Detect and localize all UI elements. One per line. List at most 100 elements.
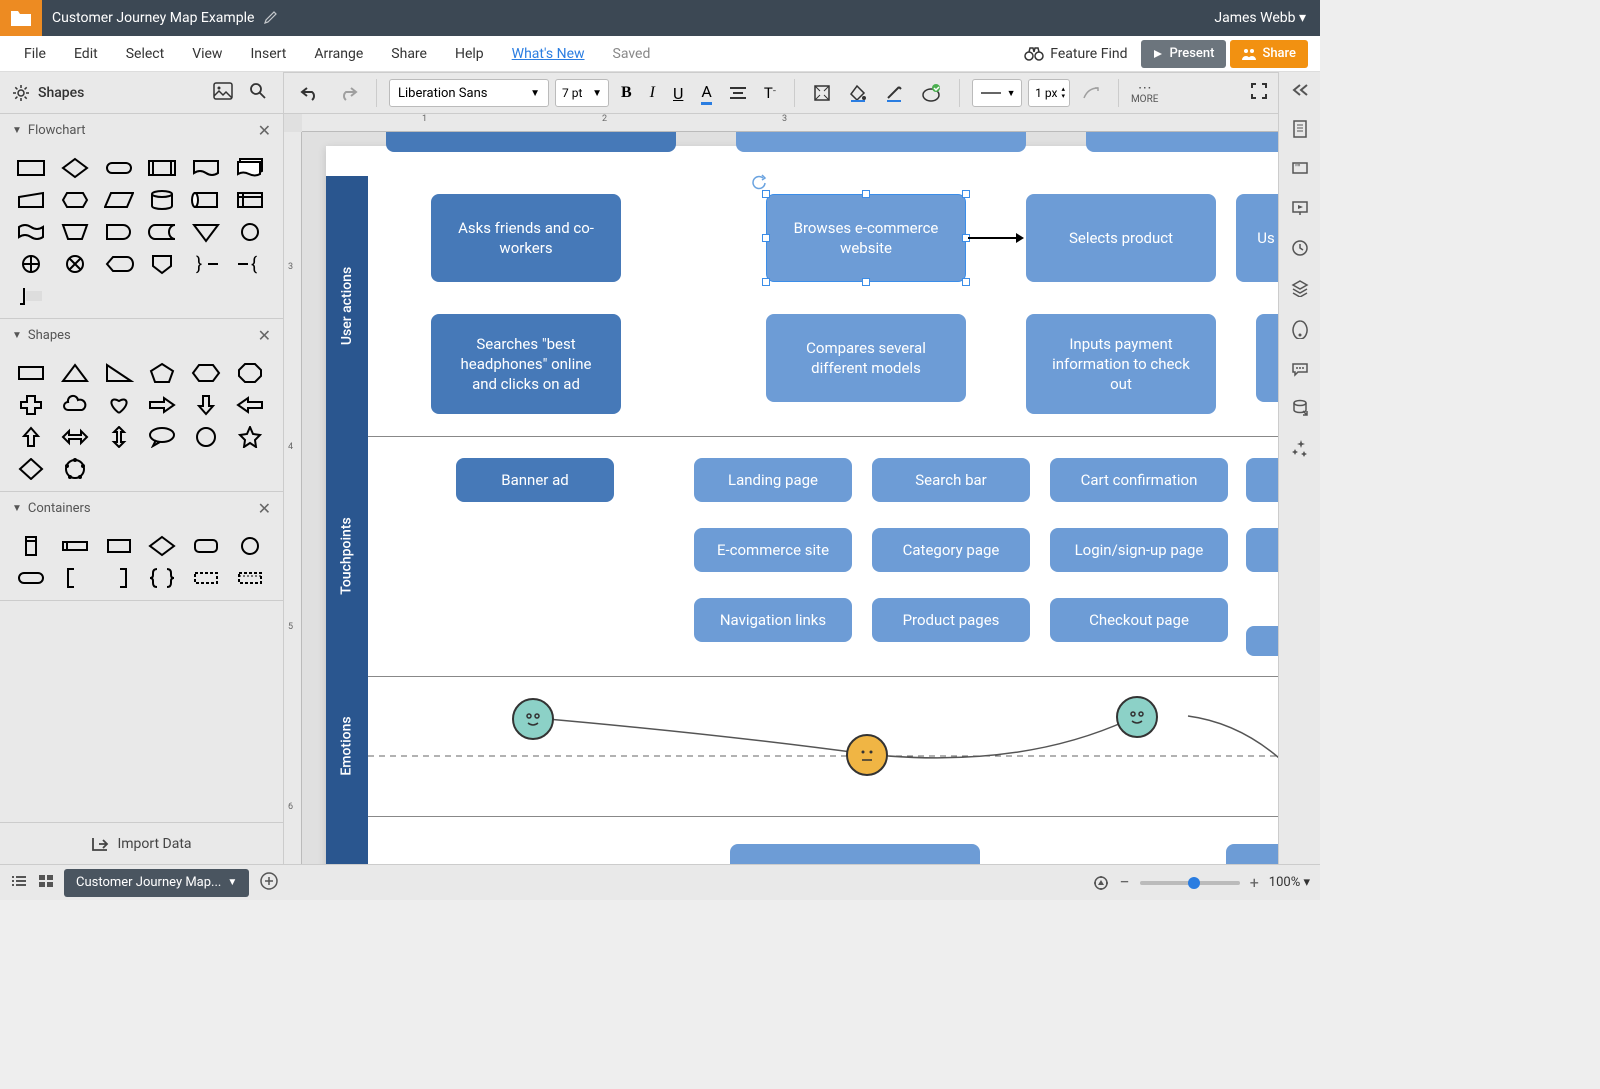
shape-terminator[interactable]: [102, 156, 136, 180]
page-settings-icon[interactable]: [1291, 119, 1309, 143]
text-format-button[interactable]: T⁻: [758, 80, 782, 106]
shape-pentagon[interactable]: [145, 361, 179, 385]
outline-view-icon[interactable]: [10, 873, 28, 892]
share-button[interactable]: Share: [1230, 40, 1308, 68]
node-product-pages[interactable]: Product pages: [872, 598, 1030, 642]
menu-arrange[interactable]: Arrange: [302, 40, 375, 68]
shape-direct-data[interactable]: [189, 188, 223, 212]
shape-diamond2[interactable]: [14, 457, 48, 481]
shape-callout[interactable]: [145, 425, 179, 449]
shape-note[interactable]: [14, 284, 48, 308]
fill-button[interactable]: [843, 80, 873, 106]
import-data-button[interactable]: Import Data: [0, 822, 283, 864]
connector-arrow[interactable]: [966, 230, 1026, 246]
node-partial-top-3[interactable]: [1086, 132, 1278, 152]
comments-icon[interactable]: "": [1291, 161, 1309, 181]
font-size-select[interactable]: 7 pt▼: [555, 79, 609, 107]
selection-handle[interactable]: [862, 190, 870, 198]
collapse-right-icon[interactable]: [1291, 82, 1309, 101]
add-page-button[interactable]: [259, 871, 279, 895]
node-category-page[interactable]: Category page: [872, 528, 1030, 572]
shape-triangle[interactable]: [58, 361, 92, 385]
document-title[interactable]: Customer Journey Map Example: [42, 10, 264, 26]
shape-circle[interactable]: [189, 425, 223, 449]
shape-merge[interactable]: [189, 220, 223, 244]
shape-double-arrow-h[interactable]: [58, 425, 92, 449]
more-button[interactable]: ⋯MORE: [1131, 81, 1158, 105]
menu-file[interactable]: File: [12, 40, 58, 68]
shape-arrow-left[interactable]: [233, 393, 267, 417]
menu-edit[interactable]: Edit: [62, 40, 110, 68]
shape-arrow-down[interactable]: [189, 393, 223, 417]
selection-handle[interactable]: [862, 278, 870, 286]
redo-button[interactable]: [332, 81, 364, 105]
selection-handle[interactable]: [762, 278, 770, 286]
shape-hexagon[interactable]: [189, 361, 223, 385]
rotate-handle-icon[interactable]: [751, 174, 767, 190]
shape-heart[interactable]: [102, 393, 136, 417]
magic-icon[interactable]: [1291, 439, 1309, 461]
presentation-icon[interactable]: [1291, 199, 1309, 221]
container-circle[interactable]: [233, 534, 267, 558]
node-cart-confirmation[interactable]: Cart confirmation: [1050, 458, 1228, 502]
node-partial-right-4[interactable]: [1246, 626, 1278, 656]
shape-off-page[interactable]: [145, 252, 179, 276]
shape-connector[interactable]: [233, 220, 267, 244]
container-bracket-l[interactable]: [58, 566, 92, 590]
user-menu[interactable]: James Webb ▾: [1200, 10, 1320, 26]
node-asks-friends[interactable]: Asks friends and co-workers: [431, 194, 621, 282]
node-partial-right-1[interactable]: [1256, 314, 1278, 402]
node-partial-top-1[interactable]: [386, 132, 676, 152]
container-dashed[interactable]: [189, 566, 223, 590]
layers-icon[interactable]: [1291, 279, 1309, 301]
section-header-shapes[interactable]: ▼ Shapes ✕: [0, 319, 283, 351]
chat-icon[interactable]: [1291, 361, 1309, 381]
italic-button[interactable]: I: [644, 80, 661, 106]
canvas[interactable]: User actions Asks friends and co-workers…: [302, 132, 1278, 864]
edit-title-icon[interactable]: [264, 9, 278, 28]
close-icon[interactable]: ✕: [258, 326, 271, 345]
image-icon[interactable]: [209, 78, 237, 108]
shape-arrow-up[interactable]: [14, 425, 48, 449]
shape-style-button[interactable]: [807, 80, 837, 106]
underline-button[interactable]: U: [667, 80, 689, 107]
node-login-signup[interactable]: Login/sign-up page: [1050, 528, 1228, 572]
node-checkout-page[interactable]: Checkout page: [1050, 598, 1228, 642]
node-searches[interactable]: Searches "best headphones" online and cl…: [431, 314, 621, 414]
container-rect[interactable]: [102, 534, 136, 558]
container-brace[interactable]: [145, 566, 179, 590]
node-landing-page[interactable]: Landing page: [694, 458, 852, 502]
node-navigation-links[interactable]: Navigation links: [694, 598, 852, 642]
node-browses[interactable]: Browses e-commerce website: [766, 194, 966, 282]
page-tab[interactable]: Customer Journey Map... ▼: [64, 869, 249, 897]
line-style-select[interactable]: ▼: [972, 79, 1022, 107]
diagram-page[interactable]: User actions Asks friends and co-workers…: [326, 146, 1278, 864]
node-partial-bottom[interactable]: [730, 844, 980, 864]
search-icon[interactable]: [245, 78, 271, 108]
lane-touchpoints[interactable]: Touchpoints: [326, 436, 368, 676]
shape-options-button[interactable]: [915, 80, 947, 106]
shape-paper-tape[interactable]: [14, 220, 48, 244]
selection-handle[interactable]: [962, 190, 970, 198]
shape-manual-op[interactable]: [58, 220, 92, 244]
shape-cloud[interactable]: [58, 393, 92, 417]
zoom-in-button[interactable]: +: [1250, 873, 1259, 892]
shape-manual-input[interactable]: [14, 188, 48, 212]
shape-multi-doc[interactable]: [233, 156, 267, 180]
slider-thumb[interactable]: [1188, 877, 1200, 889]
shape-delay[interactable]: [102, 220, 136, 244]
menu-view[interactable]: View: [180, 40, 234, 68]
shape-sum[interactable]: [58, 252, 92, 276]
zoom-out-button[interactable]: −: [1119, 872, 1129, 893]
selection-handle[interactable]: [762, 190, 770, 198]
menu-share[interactable]: Share: [379, 40, 439, 68]
container-diamond[interactable]: [145, 534, 179, 558]
font-family-select[interactable]: Liberation Sans▼: [389, 79, 549, 107]
node-ecommerce-site[interactable]: E-commerce site: [694, 528, 852, 572]
node-us[interactable]: Us: [1236, 194, 1278, 282]
data-icon[interactable]: [1291, 399, 1309, 421]
emotion-happy-2[interactable]: [1116, 696, 1158, 738]
menu-whats-new[interactable]: What's New: [500, 40, 597, 68]
present-button[interactable]: Present: [1141, 40, 1226, 68]
section-header-containers[interactable]: ▼ Containers ✕: [0, 492, 283, 524]
